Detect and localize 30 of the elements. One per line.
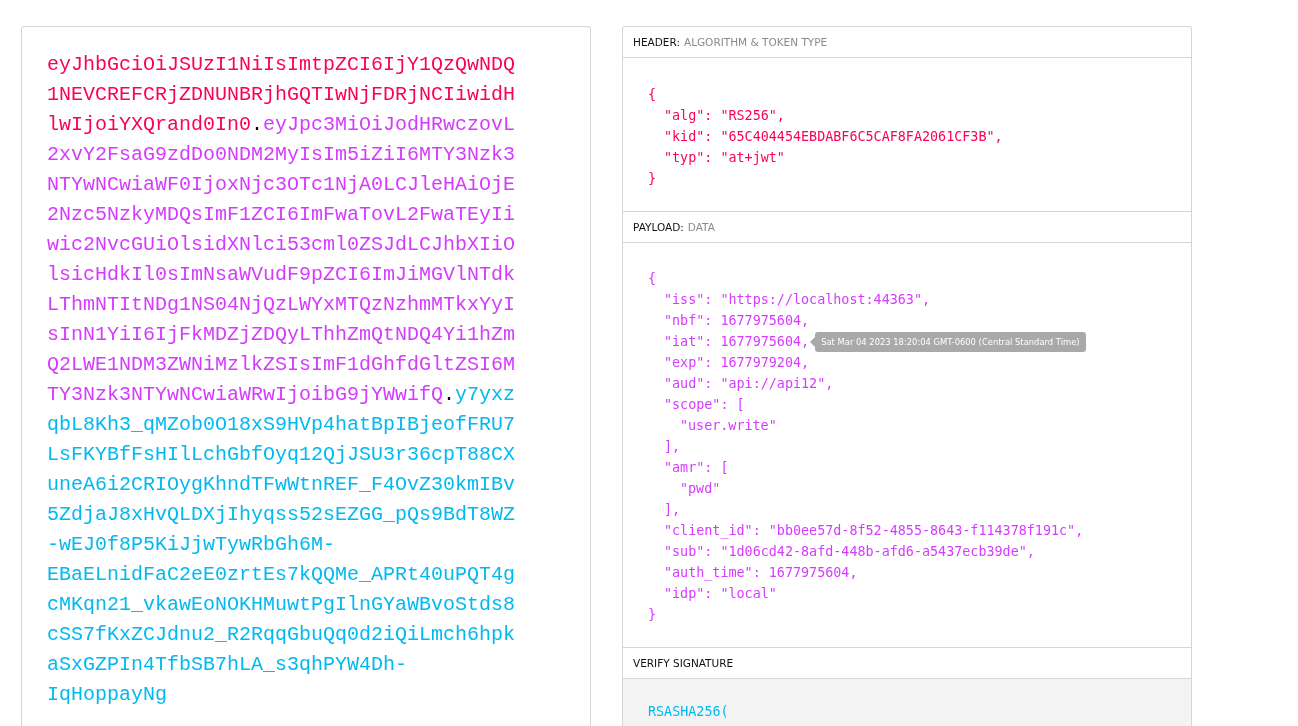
section-title: VERIFY SIGNATURE [633,657,734,669]
code-line: RSASHA256( [648,703,729,721]
code-line: "iss": "https://localhost:44363", [664,291,931,309]
code-line: "nbf": 1677975604, [664,312,810,330]
code-line: ], [664,438,681,456]
code-line: "pwd" [680,480,721,498]
code-line: } [648,170,657,188]
code-line: "scope": [ [664,396,745,414]
code-line: "kid": "65C404454EBDABF6C5CAF8FA2061CF3B", [664,128,1003,146]
section-subtitle: ALGORITHM & TOKEN TYPE [683,36,828,48]
code-line: ], [664,501,681,519]
section-title: HEADER: [633,36,680,48]
timestamp-tooltip: Sat Mar 04 2023 18:20:04 GMT-0600 (Central Standard Time) [810,331,1086,352]
code-line: "idp": "local" [664,585,777,603]
code-line: "auth_time": 1677975604, [664,564,858,583]
code-line: { [648,270,657,288]
code-line: "aud": "api://api12", [664,375,834,393]
code-line: "client_id": "bb0ee57d-8f52-4855-8643-f114378f191c", [664,522,1084,541]
code-line: "user.write" [680,417,777,435]
code-line: "amr": [ [664,459,729,477]
section-subtitle: DATA [687,221,715,233]
section-title: PAYLOAD: [633,221,684,233]
code-line: "alg": "RS256", [664,107,785,125]
code-line: { [648,86,657,104]
encoded-token[interactable]: eyJhbGciOiJSUzI1NiIsImtpZCI6IjY1QzQwNDQ1NEVCREFCRjZDNUNBRjhGQTIwNjFDRjNCIiwidHlwIjoiYXQrand0In0.eyJpc3MiOiJodHRwczovL2xvY2FsaG9zdDo0NDM2MyIsIm5iZiI6MTY3Nzk3NTYwNCwiaWF0IjoxNjc3OTc1NjA0LCJleHAiOjE2Nzc5NzkyMDQsImF1ZCI6ImFwaTovL2FwaTEyIiwic2NvcGUiOlsidXNlci53cml0ZSJdLCJhbXIiOlsicHdkIl0sImNsaWVudF9pZCI6ImJiMGVlNTdkLThmNTItNDg1NS04NjQzLWYxMTQzNzhmMTkxYyIsInN1YiI6IjFkMDZjZDQyLThhZmQtNDQ4Yi1hZmQ2LWE1NDM3ZWNiMzlkZSIsImF1dGhfdGltZSI6MTY3Nzk3NTYwNCwiaWRwIjoibG9jYWwifQ.y7yxzqbL8Kh3_qMZob0O18xS9HVp4hatBpIBjeofFRU7LsFKYBfFsHIlLchGbfOyq12QjJSU3r36cpT88CXuneA6i2CRIOygKhndTFwWtnREF_F4OvZ30kmIBv5ZdjaJ8xHvQLDXjIhyqss52sEZGG_pQs9BdT8WZ-wEJ0f8P5KiJjwTywRbGh6M-EBaELnidFaC2eE0zrtEs7kQQMe_APRt40uPQT4gcMKqn21_vkawEoNOKHMuwtPgIlnGYaWBvoStds8cSS7fKxZCJdnu2_R2RqqGbuQq0d2iQiLmch6hpkaSxGZPIn4TfbSB7hLA_s3qhPYW4Dh-IqHoppayNg [22,27,517,710]
code-line: } [648,606,657,624]
code-line: "sub": "1d06cd42-8afd-448b-afd6-a5437ecb39de", [664,543,1035,561]
code-line: "typ": "at+jwt" [664,149,785,167]
code-line: "iat": 1677975604, [664,333,810,351]
code-line: "exp": 1677979204, [664,354,810,372]
